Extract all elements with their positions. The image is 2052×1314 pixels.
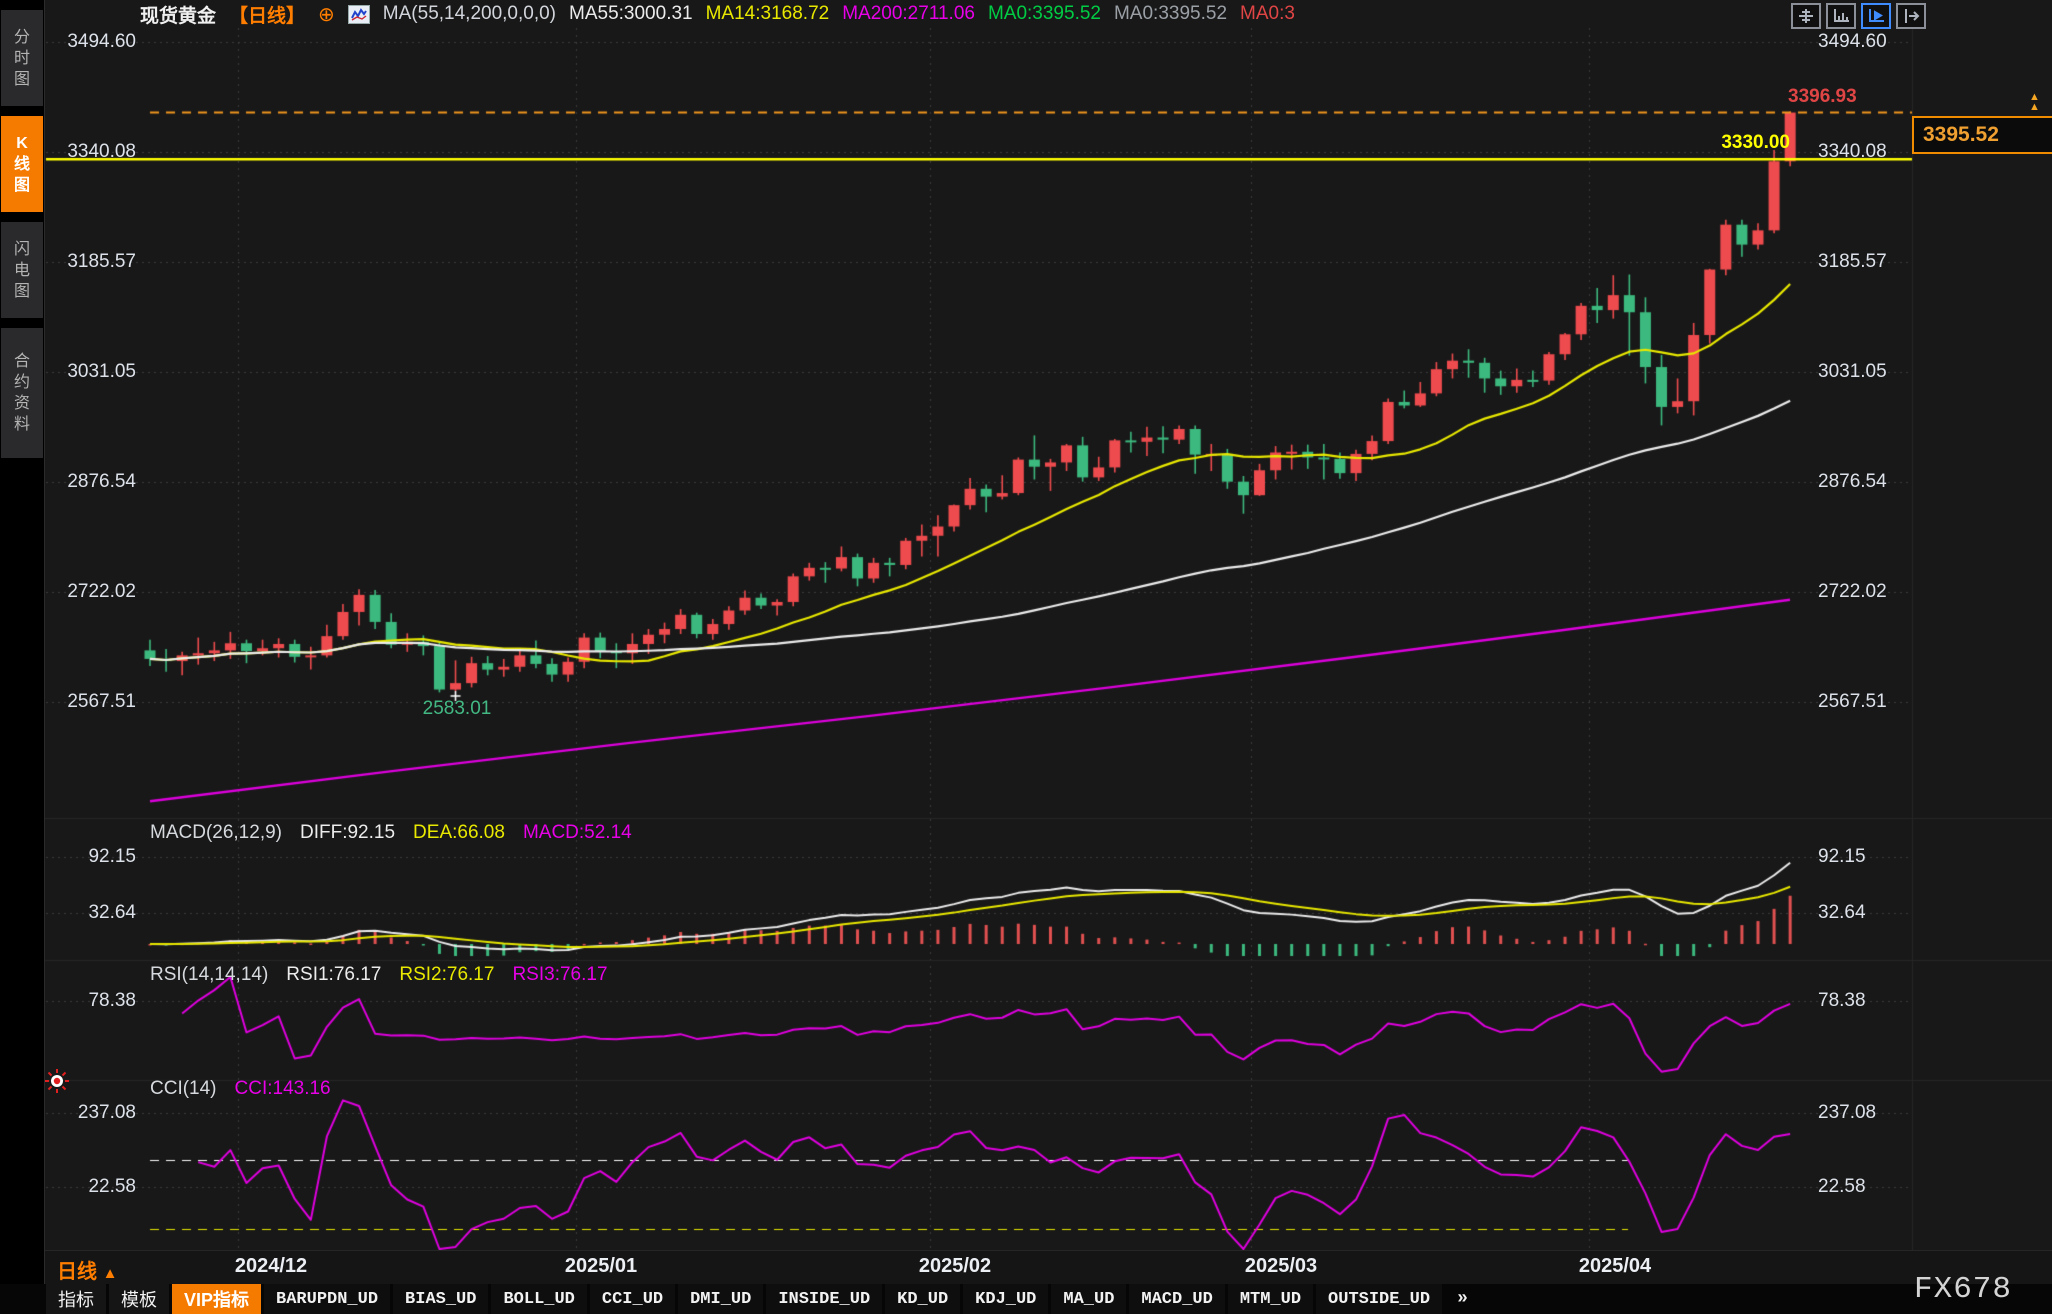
tab-barupdn_ud[interactable]: BARUPDN_UD — [264, 1284, 390, 1314]
chevron-up-icon: ▲ — [103, 1265, 118, 1282]
month-label: 2024/12 — [206, 1255, 336, 1278]
axis-label: 3031.05 — [1818, 361, 1918, 383]
tab-mtm_ud[interactable]: MTM_UD — [1228, 1284, 1313, 1314]
sidebar-item-3[interactable]: 闪电图 — [1, 222, 43, 318]
axis-label: 32.64 — [46, 902, 136, 924]
ma0-green-value: MA0:3395.52 — [988, 3, 1101, 25]
axis-label: 237.08 — [46, 1102, 136, 1124]
trading-app-window: 分时图 K线图闪电图合约资料 现货黄金 【日线】 ⊕ MA(55,14,200,0… — [0, 0, 2052, 1314]
macd-panel-header: MACD(26,12,9) DIFF:92.15 DEA:66.08 MACD:… — [150, 822, 632, 844]
rsi3-value: RSI3:76.17 — [512, 964, 607, 986]
month-label: 2025/02 — [890, 1255, 1020, 1278]
tab-kd_ud[interactable]: KD_UD — [885, 1284, 960, 1314]
axis-label: 2722.02 — [46, 581, 136, 603]
indicator-tab-bar: 指标模板VIP指标BARUPDN_UDBIAS_UDBOLL_UDCCI_UDD… — [0, 1284, 2052, 1314]
sidebar-item-2[interactable]: K线图 — [1, 116, 43, 212]
axis-scale-icon[interactable] — [1826, 3, 1856, 29]
rsi-title: RSI(14,14,14) — [150, 964, 268, 986]
current-price-badge: 3395.52 — [1912, 116, 2052, 154]
rsi-panel-header: RSI(14,14,14) RSI1:76.17 RSI2:76.17 RSI3… — [150, 964, 608, 986]
macd-macd-value: MACD:52.14 — [523, 822, 632, 844]
ma55-value: MA55:3000.31 — [569, 3, 693, 25]
axis-label: 3494.60 — [1818, 31, 1918, 53]
collapse-right-icon[interactable] — [1896, 3, 1926, 29]
low-price-label: 2583.01 — [415, 698, 499, 720]
tabs-overflow-button[interactable]: » — [1445, 1284, 1480, 1314]
ma14-value: MA14:3168.72 — [706, 3, 830, 25]
month-label: 2025/03 — [1216, 1255, 1346, 1278]
alert-sun-icon[interactable] — [44, 1068, 70, 1099]
period-tag[interactable]: 【日线】 — [229, 1, 305, 28]
sidebar-item-1[interactable]: 分时图 — [1, 10, 43, 106]
ma-settings: MA(55,14,200,0,0,0) — [383, 3, 556, 25]
tab-ma_ud[interactable]: MA_UD — [1051, 1284, 1126, 1314]
tab-kdj_ud[interactable]: KDJ_UD — [963, 1284, 1048, 1314]
axis-label: 3340.08 — [1818, 141, 1918, 163]
symbol-name: 现货黄金 — [140, 1, 216, 28]
axis-label: 2876.54 — [1818, 471, 1918, 493]
axis-label: 92.15 — [46, 846, 136, 868]
axis-label: 92.15 — [1818, 846, 1918, 868]
axis-label: 2876.54 — [46, 471, 136, 493]
macd-diff-value: DIFF:92.15 — [300, 822, 395, 844]
axis-label: 3340.08 — [46, 141, 136, 163]
ma200-value: MA200:2711.06 — [842, 3, 975, 25]
axis-label: 2567.51 — [46, 691, 136, 713]
tab-vip指标[interactable]: VIP指标 — [172, 1284, 261, 1314]
axis-label: 78.38 — [46, 990, 136, 1012]
tab-outside_ud[interactable]: OUTSIDE_UD — [1316, 1284, 1442, 1314]
macd-title: MACD(26,12,9) — [150, 822, 282, 844]
axis-label: 32.64 — [1818, 902, 1918, 924]
axis-label: 3031.05 — [46, 361, 136, 383]
axis-label: 3494.60 — [46, 31, 136, 53]
axis-label: 22.58 — [46, 1176, 136, 1198]
add-indicator-icon[interactable]: ⊕ — [318, 2, 335, 27]
tab-inside_ud[interactable]: INSIDE_UD — [766, 1284, 882, 1314]
month-label: 2025/04 — [1550, 1255, 1680, 1278]
tab-指标[interactable]: 指标 — [46, 1284, 106, 1314]
chart-type-icon[interactable] — [348, 5, 370, 24]
rsi2-value: RSI2:76.17 — [399, 964, 494, 986]
axis-label: 3185.57 — [1818, 251, 1918, 273]
ma0-red-value: MA0:3 — [1240, 3, 1295, 25]
watermark: FX678 — [1914, 1272, 2012, 1307]
tab-macd_ud[interactable]: MACD_UD — [1129, 1284, 1224, 1314]
tab-bias_ud[interactable]: BIAS_UD — [393, 1284, 488, 1314]
tab-模板[interactable]: 模板 — [109, 1284, 169, 1314]
high-price-label: 3396.93 — [1788, 86, 1857, 108]
rsi1-value: RSI1:76.17 — [286, 964, 381, 986]
tab-cci_ud[interactable]: CCI_UD — [590, 1284, 675, 1314]
tab-boll_ud[interactable]: BOLL_UD — [491, 1284, 586, 1314]
axis-label: 78.38 — [1818, 990, 1918, 1012]
sidebar-item-4[interactable]: 合约资料 — [1, 328, 43, 458]
price-up-arrow-icon: ▲▲ — [2029, 92, 2040, 112]
axis-label: 22.58 — [1818, 1176, 1918, 1198]
macd-dea-value: DEA:66.08 — [413, 822, 505, 844]
ma0-grey-value: MA0:3395.52 — [1114, 3, 1227, 25]
support-price-label: 3330.00 — [1698, 132, 1790, 154]
period-selector-label: 日线 — [57, 1261, 97, 1283]
axis-label: 237.08 — [1818, 1102, 1918, 1124]
crosshair-move-icon[interactable] — [1791, 3, 1821, 29]
date-bar: 日线 ▲ 2024/12 2025/01 2025/02 2025/03 2025/04 — [44, 1250, 2052, 1285]
cci-value: CCI:143.16 — [235, 1078, 331, 1100]
chart-toolbar — [1791, 3, 1926, 29]
month-label: 2025/01 — [536, 1255, 666, 1278]
period-selector[interactable]: 日线 ▲ — [57, 1255, 117, 1284]
axis-play-icon[interactable] — [1861, 3, 1891, 29]
cci-panel-header: CCI(14) CCI:143.16 — [150, 1078, 331, 1100]
axis-label: 3185.57 — [46, 251, 136, 273]
axis-label: 2722.02 — [1818, 581, 1918, 603]
cci-title: CCI(14) — [150, 1078, 217, 1100]
axis-label: 2567.51 — [1818, 691, 1918, 713]
chart-canvas[interactable] — [0, 0, 2052, 1314]
left-sidebar: 分时图 K线图闪电图合约资料 — [0, 0, 45, 1314]
tab-dmi_ud[interactable]: DMI_UD — [678, 1284, 763, 1314]
chart-header: 现货黄金 【日线】 ⊕ MA(55,14,200,0,0,0) MA55:300… — [140, 1, 1295, 27]
